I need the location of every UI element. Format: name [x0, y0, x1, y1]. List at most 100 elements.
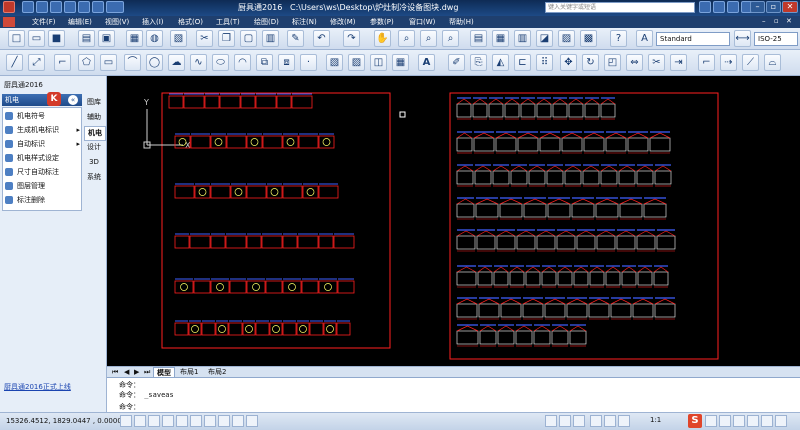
erase-icon[interactable]: ✐	[448, 54, 465, 71]
menu-help[interactable]: 帮助(H)	[449, 17, 474, 27]
block-editor-icon[interactable]: ✎	[287, 30, 304, 47]
paste-icon[interactable]: ▢	[240, 30, 257, 47]
menu-item-generate-label[interactable]: 生成机电标识 ▸	[5, 124, 81, 137]
quickview-layouts-icon[interactable]	[559, 415, 571, 427]
move-icon[interactable]: ✥	[560, 54, 577, 71]
ellipse-arc-icon[interactable]: ◠	[234, 54, 251, 71]
qp-toggle-icon[interactable]	[246, 415, 258, 427]
snap-toggle-icon[interactable]	[120, 415, 132, 427]
quickcalc-icon[interactable]: ▩	[580, 30, 597, 47]
zoom-realtime-icon[interactable]: ⌕	[398, 30, 415, 47]
extend-icon[interactable]: ⇥	[670, 54, 687, 71]
trim-icon[interactable]: ✂	[648, 54, 665, 71]
help-icon[interactable]: ?	[610, 30, 627, 47]
qa-undo-icon[interactable]	[64, 1, 76, 13]
doc-restore-icon[interactable]: ▫	[774, 17, 779, 25]
close-button[interactable]: ✕	[782, 1, 798, 13]
communication-icon[interactable]	[713, 1, 725, 13]
menu-tools[interactable]: 工具(T)	[216, 17, 240, 27]
menu-draw[interactable]: 绘图(D)	[254, 17, 279, 27]
model-space-icon[interactable]	[545, 415, 557, 427]
steering-wheel-icon[interactable]	[618, 415, 630, 427]
ime-keyboard-icon[interactable]	[747, 415, 759, 427]
pan-status-icon[interactable]	[590, 415, 602, 427]
zoom-status-icon[interactable]	[604, 415, 616, 427]
undo-icon[interactable]: ↶	[313, 30, 330, 47]
qa-save-icon[interactable]	[50, 1, 62, 13]
fillet-icon[interactable]: ⌓	[764, 54, 781, 71]
save-icon[interactable]: ■	[48, 30, 65, 47]
point-icon[interactable]: ·	[300, 54, 317, 71]
qa-dropdown-icon[interactable]	[106, 1, 124, 13]
construction-line-icon[interactable]: ⤢	[28, 54, 45, 71]
menu-item-delete-labels[interactable]: 标注删除	[5, 194, 81, 207]
menu-item-auto-label[interactable]: 自动标识 ▸	[5, 138, 81, 151]
ime-punct-icon[interactable]	[719, 415, 731, 427]
drawing-canvas[interactable]: Y X	[107, 76, 800, 366]
menu-parameter[interactable]: 参数(P)	[370, 17, 394, 27]
break-icon[interactable]: ⌐	[698, 54, 715, 71]
markup-icon[interactable]: ▨	[558, 30, 575, 47]
ime-lang-icon[interactable]	[705, 415, 717, 427]
mtext-icon[interactable]: A	[418, 54, 435, 71]
search-input[interactable]: 键入关键字或短语	[545, 2, 695, 13]
tab-design[interactable]: 设计	[84, 141, 104, 154]
copy-object-icon[interactable]: ⎘	[470, 54, 487, 71]
menu-item-style-setting[interactable]: 机电样式设定	[5, 152, 81, 165]
ellipse-icon[interactable]: ⬭	[212, 54, 229, 71]
menu-item-auto-dimension[interactable]: 尺寸自动标注	[5, 166, 81, 179]
revision-cloud-icon[interactable]: ☁	[168, 54, 185, 71]
cut-icon[interactable]: ✂	[196, 30, 213, 47]
properties-icon[interactable]: ▤	[470, 30, 487, 47]
command-window[interactable]: 命令： 命令： _saveas 命令：	[107, 377, 800, 412]
hatch-icon[interactable]: ▧	[326, 54, 343, 71]
menu-file[interactable]: 文件(F)	[32, 17, 56, 27]
menu-modify[interactable]: 修改(M)	[330, 17, 356, 27]
collapse-icon[interactable]: «	[68, 95, 78, 105]
text-style-select[interactable]: Standard	[656, 32, 730, 46]
circle-icon[interactable]: ◯	[146, 54, 163, 71]
grid-toggle-icon[interactable]	[134, 415, 146, 427]
insert-block-icon[interactable]: ⧉	[256, 54, 273, 71]
sheet-set-icon[interactable]: ◪	[536, 30, 553, 47]
qa-new-icon[interactable]	[22, 1, 34, 13]
otrack-toggle-icon[interactable]	[190, 415, 202, 427]
3d-print-icon[interactable]: ◍	[146, 30, 163, 47]
qa-print-icon[interactable]	[92, 1, 104, 13]
dim-style-icon[interactable]: ⟷	[734, 30, 751, 47]
ime-mic-icon[interactable]	[733, 415, 745, 427]
stretch-icon[interactable]: ⇔	[626, 54, 643, 71]
mirror-icon[interactable]: ◭	[492, 54, 509, 71]
spline-icon[interactable]: ∿	[190, 54, 207, 71]
table-icon[interactable]: ▦	[392, 54, 409, 71]
ime-settings-icon[interactable]	[775, 415, 787, 427]
maximize-button[interactable]: ▫	[766, 1, 781, 13]
command-prompt[interactable]: 命令：	[119, 402, 140, 412]
join-icon[interactable]: ⇢	[720, 54, 737, 71]
menu-view[interactable]: 视图(V)	[105, 17, 129, 27]
zoom-window-icon[interactable]: ⌕	[420, 30, 437, 47]
new-icon[interactable]: □	[8, 30, 25, 47]
pan-icon[interactable]: ✋	[374, 30, 391, 47]
announcement-link[interactable]: 厨具通2016正式上线	[4, 382, 71, 392]
doc-close-icon[interactable]: ✕	[786, 17, 792, 25]
polyline-icon[interactable]: ⌐	[54, 54, 71, 71]
scale-icon[interactable]: ◰	[604, 54, 621, 71]
redo-icon[interactable]: ↷	[343, 30, 360, 47]
menu-item-symbol[interactable]: 机电符号	[5, 110, 81, 123]
print-icon[interactable]: ▤	[78, 30, 95, 47]
tab-3d[interactable]: 3D	[84, 156, 104, 169]
ime-skin-icon[interactable]	[761, 415, 773, 427]
app-menu-button[interactable]	[3, 1, 15, 13]
doc-icon[interactable]	[3, 17, 15, 27]
menu-window[interactable]: 窗口(W)	[409, 17, 435, 27]
lineweight-toggle-icon[interactable]	[232, 415, 244, 427]
tool-palettes-icon[interactable]: ▥	[514, 30, 531, 47]
line-icon[interactable]: ╱	[6, 54, 23, 71]
design-center-icon[interactable]: ▦	[492, 30, 509, 47]
make-block-icon[interactable]: ⧈	[278, 54, 295, 71]
qa-open-icon[interactable]	[36, 1, 48, 13]
tab-assist[interactable]: 辅助	[84, 111, 104, 124]
gradient-icon[interactable]: ▨	[348, 54, 365, 71]
menu-item-layer-manager[interactable]: 图层管理	[5, 180, 81, 193]
